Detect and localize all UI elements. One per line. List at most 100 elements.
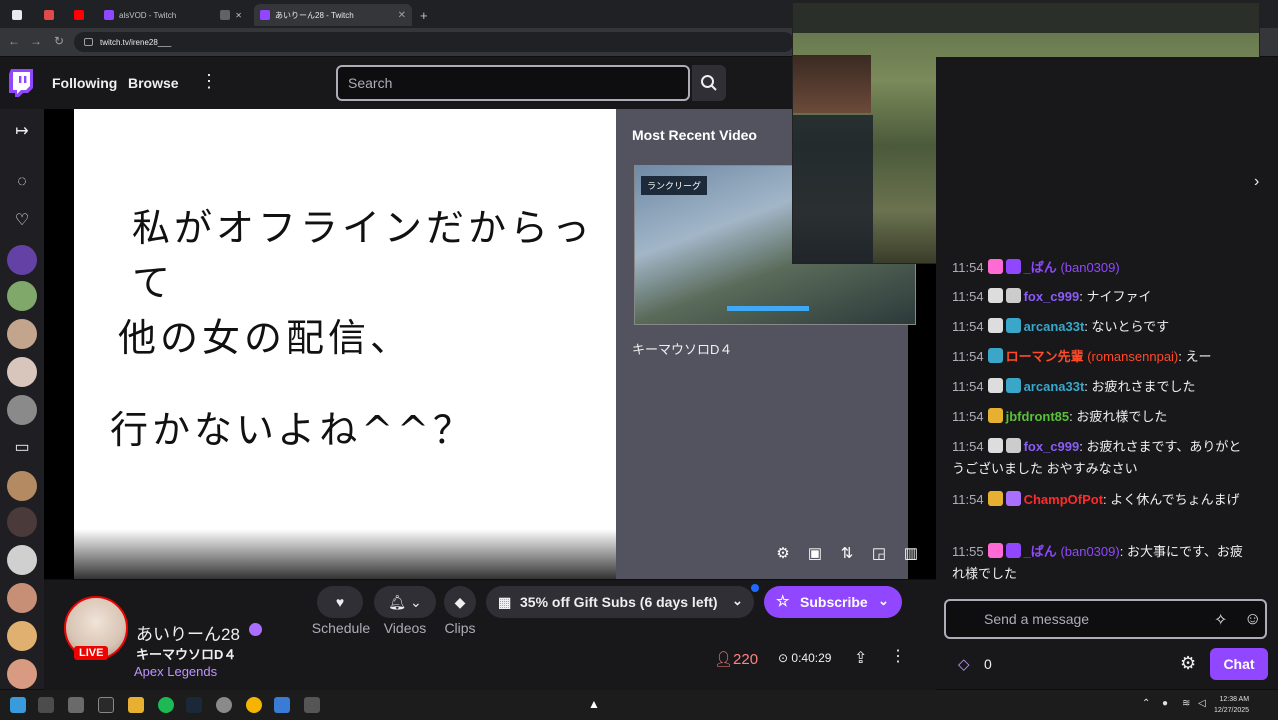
video-camera-icon: ▭ xyxy=(14,439,30,456)
system-clock[interactable]: 12:38 AM 12/27/2025 xyxy=(1214,694,1249,716)
chat-text: ナイファイ xyxy=(1086,289,1152,304)
app-icon xyxy=(44,10,54,20)
site-info-icon[interactable] xyxy=(84,38,93,46)
clips-link[interactable]: Clips xyxy=(438,620,482,636)
followed-channel-avatar[interactable] xyxy=(7,357,37,387)
chat-text: えー xyxy=(1185,349,1212,364)
search-input[interactable]: Search xyxy=(336,65,690,101)
windows-start-icon[interactable] xyxy=(10,697,26,713)
chat-login: (romansennpai) xyxy=(1087,349,1179,364)
mini-player-icon[interactable]: ◲ xyxy=(868,543,890,565)
file-explorer-icon[interactable] xyxy=(128,697,144,713)
game-category-link[interactable]: Apex Legends xyxy=(134,664,217,679)
recent-video-caption[interactable]: キーマウソロD４ xyxy=(632,339,732,358)
clip-icon[interactable]: ⇅ xyxy=(836,543,858,565)
followed-channel-avatar[interactable] xyxy=(7,659,37,689)
forward-icon[interactable]: → xyxy=(30,34,42,48)
taskbar-app-icon[interactable] xyxy=(98,697,114,713)
back-icon[interactable]: ← xyxy=(8,34,20,48)
tray-chevron-icon[interactable]: ⌃ xyxy=(1142,698,1150,709)
chat-username[interactable]: ローマン先輩 xyxy=(1006,349,1084,364)
close-icon[interactable]: ✕ xyxy=(235,11,242,20)
twitch-logo-icon[interactable] xyxy=(9,69,33,97)
chat-username[interactable]: _ぱん xyxy=(1024,260,1057,275)
chat-username[interactable]: _ぱん xyxy=(1024,544,1057,559)
recommended-icon[interactable]: ◌ xyxy=(11,171,33,193)
search-button[interactable] xyxy=(692,65,726,101)
wifi-icon[interactable]: ≋ xyxy=(1182,698,1190,709)
followed-channel-avatar[interactable] xyxy=(7,245,37,275)
close-icon[interactable]: ✕ xyxy=(398,10,406,21)
followed-channel-avatar[interactable] xyxy=(7,621,37,651)
follow-heart-button[interactable]: ♥ xyxy=(317,586,363,618)
chevron-right-icon[interactable]: › xyxy=(1254,173,1259,191)
chat-username[interactable]: fox_c999 xyxy=(1024,289,1080,304)
chat-send-button[interactable]: Chat xyxy=(1210,648,1268,680)
chat-settings-gear-icon[interactable]: ⚙ xyxy=(1180,653,1196,674)
followed-channel-avatar[interactable] xyxy=(7,545,37,575)
steam-icon[interactable] xyxy=(186,697,202,713)
channel-points-icon[interactable]: ◇ xyxy=(958,655,970,673)
chrome-icon[interactable] xyxy=(246,697,262,713)
gift-subs-button[interactable]: ▦ 35% off Gift Subs (6 days left) ⌄ xyxy=(486,586,754,618)
nav-browse[interactable]: Browse xyxy=(128,75,179,91)
emoji-icon[interactable]: ☺ xyxy=(1244,609,1261,629)
crown-badge-icon xyxy=(1005,318,1021,333)
videos-link[interactable]: Videos xyxy=(374,620,436,636)
taskbar-app-icon[interactable] xyxy=(68,697,84,713)
channel-name[interactable]: あいりーん28 xyxy=(136,620,240,645)
chat-time: 11:54 xyxy=(952,409,984,424)
chat-text: ないとらです xyxy=(1091,319,1170,334)
taskbar-app-icon[interactable] xyxy=(216,697,232,713)
cast-icon[interactable]: ▣ xyxy=(804,543,826,565)
tab-pinned-2[interactable] xyxy=(38,4,60,26)
subscribe-button[interactable]: ☆ Subscribe ⌄ xyxy=(764,586,902,618)
chat-message: 11:54 jbfdront85: お疲れ様でした xyxy=(952,408,1168,424)
followed-channel-avatar[interactable] xyxy=(7,281,37,311)
settings-gear-icon[interactable]: ⚙ xyxy=(772,543,794,565)
share-icon[interactable]: ⇪ xyxy=(854,648,867,668)
nav-following[interactable]: Following xyxy=(52,75,117,91)
more-icon[interactable]: ⋮ xyxy=(200,71,218,92)
chat-input[interactable]: Send a message ✧ ☺ xyxy=(944,599,1267,639)
taskbar-app-icon[interactable] xyxy=(304,697,320,713)
badge-icon xyxy=(1005,259,1021,274)
url-input[interactable]: twitch.tv/irene28___ xyxy=(74,32,794,52)
channel-info-bar: LIVE あいりーん28 キーマウソロD４ Apex Legends ♥ Sch… xyxy=(44,580,936,690)
tab-irene[interactable]: あいりーん28 - Twitch ✕ xyxy=(254,4,412,26)
followed-channel-avatar[interactable] xyxy=(7,395,37,425)
chat-username[interactable]: ChampOfPot xyxy=(1024,492,1103,507)
chat-username[interactable]: arcana33t xyxy=(1024,379,1085,394)
chat-username[interactable]: arcana33t xyxy=(1024,319,1085,334)
clock-icon: ⊙ xyxy=(778,651,792,665)
followed-channel-avatar[interactable] xyxy=(7,319,37,349)
notifications-button[interactable]: 🔔︎ ⌄ xyxy=(374,586,436,618)
clock-date: 12/27/2025 xyxy=(1214,707,1250,714)
gift-subs-label: 35% off Gift Subs (6 days left) xyxy=(520,594,718,610)
channel-points-button[interactable]: ◆ xyxy=(444,586,476,618)
followed-channel-avatar[interactable] xyxy=(7,471,37,501)
chat-message: 11:54 arcana33t: ないとらです xyxy=(952,318,1170,334)
theatre-mode-icon[interactable]: ▥ xyxy=(900,543,922,565)
chat-username[interactable]: jbfdront85 xyxy=(1006,409,1070,424)
pip-icon[interactable] xyxy=(220,10,231,20)
reload-icon[interactable]: ↻ xyxy=(54,34,64,48)
followed-channel-avatar[interactable] xyxy=(7,507,37,537)
taskbar-app-icon[interactable] xyxy=(274,697,290,713)
viewer-count: 👤︎220 xyxy=(714,650,758,668)
tab-pinned-1[interactable] xyxy=(6,4,28,26)
spotify-icon[interactable] xyxy=(158,697,174,713)
volume-icon[interactable]: ◁ xyxy=(1198,698,1206,709)
followed-channel-avatar[interactable] xyxy=(7,583,37,613)
microphone-icon[interactable]: ● xyxy=(1162,698,1168,709)
badge-icon xyxy=(987,288,1003,303)
expand-sidebar-icon[interactable]: ↦ xyxy=(11,121,33,143)
chat-username[interactable]: fox_c999 xyxy=(1024,439,1080,454)
sparkle-icon[interactable]: ✧ xyxy=(1214,610,1227,630)
tab-youtube[interactable] xyxy=(68,4,90,26)
tab-alsvod[interactable]: alsVOD - Twitch ✕ xyxy=(98,4,248,26)
taskbar-app-icon[interactable] xyxy=(38,697,54,713)
more-options-icon[interactable]: ⋮ xyxy=(890,646,906,666)
new-tab-button[interactable]: + xyxy=(414,4,430,26)
notification-dot xyxy=(751,584,759,592)
